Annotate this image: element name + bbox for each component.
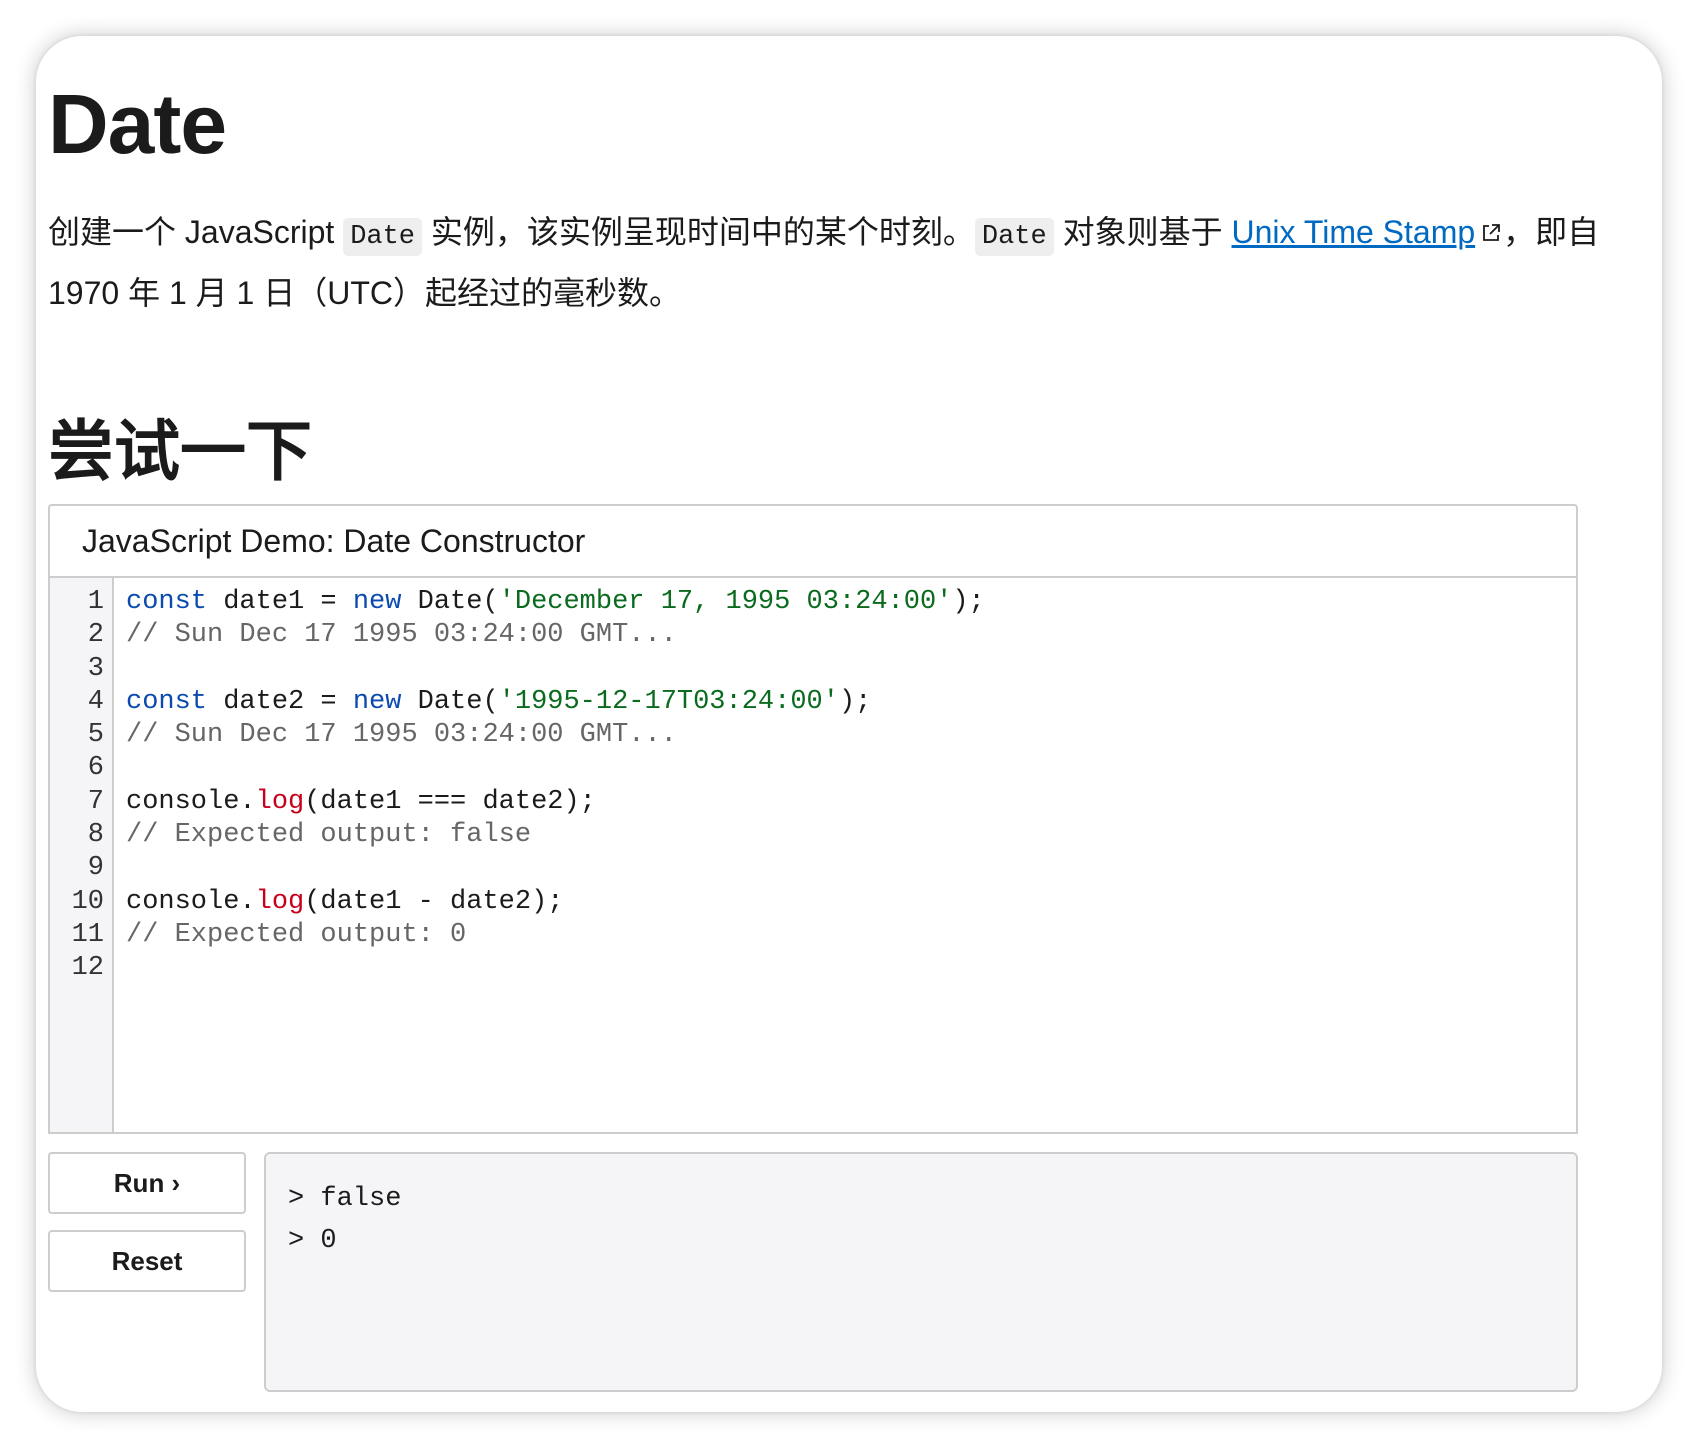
unix-time-stamp-link[interactable]: Unix Time Stamp — [1232, 214, 1476, 250]
line-number: 11 — [71, 919, 104, 950]
comment-token: // Sun Dec 17 1995 03:24:00 GMT... — [126, 620, 677, 651]
line-number: 9 — [87, 853, 104, 884]
code-token: console. — [126, 886, 256, 917]
code-token: console. — [126, 786, 256, 817]
console-line: > 0 — [288, 1226, 337, 1256]
interactive-demo: JavaScript Demo: Date Constructor 1 2 3 … — [48, 504, 1578, 1134]
code-token: (date1 === date2); — [304, 786, 596, 817]
inline-code-date-2: Date — [974, 218, 1054, 256]
code-line-8: // Expected output: false — [126, 819, 985, 852]
line-number: 6 — [87, 753, 104, 784]
code-editor[interactable]: 1 2 3 4 5 6 7 8 9 10 11 12 const date1 =… — [50, 578, 1576, 1132]
intro-text-1: 创建一个 JavaScript — [48, 214, 344, 250]
comment-token: // Expected output: false — [126, 820, 532, 851]
code-token: Date( — [401, 587, 499, 617]
code-line-2: // Sun Dec 17 1995 03:24:00 GMT... — [126, 619, 985, 652]
keyword-token: new — [352, 587, 402, 617]
line-number: 8 — [87, 820, 104, 851]
line-number: 5 — [87, 720, 104, 751]
intro-text-2: 实例，该实例呈现时间中的某个时刻。 — [422, 214, 975, 250]
intro-paragraph: 创建一个 JavaScript Date 实例，该实例呈现时间中的某个时刻。 Da… — [48, 204, 1648, 321]
code-token: ); — [952, 587, 985, 617]
comment-token: // Expected output: 0 — [126, 919, 467, 950]
line-number: 12 — [71, 953, 104, 984]
line-number: 3 — [87, 653, 104, 684]
browser-window: Date 创建一个 JavaScript Date 实例，该实例呈现时间中的某个… — [36, 36, 1662, 1412]
code-token: Date( — [401, 686, 499, 717]
code-content[interactable]: const date1 = new Date('December 17, 199… — [114, 578, 985, 1132]
comment-token: // Sun Dec 17 1995 03:24:00 GMT... — [126, 720, 677, 751]
page-title: Date — [48, 77, 227, 171]
console-line: > false — [288, 1184, 402, 1214]
line-number: 7 — [87, 786, 104, 817]
unix-time-stamp-link-text: Unix Time Stamp — [1231, 214, 1476, 250]
run-button[interactable]: Run › — [48, 1152, 246, 1214]
code-token: date1 = — [207, 587, 353, 617]
reset-button[interactable]: Reset — [48, 1230, 246, 1292]
string-token: '1995-12-17T03:24:00' — [498, 686, 839, 717]
code-line-7: console.log(date1 === date2); — [126, 786, 985, 819]
line-number: 1 — [87, 587, 104, 617]
demo-title: JavaScript Demo: Date Constructor — [50, 506, 1576, 578]
code-token: date2 = — [207, 686, 353, 717]
function-token: log — [255, 786, 305, 817]
code-token: (date1 - date2); — [304, 886, 564, 917]
code-token: ); — [838, 686, 872, 717]
intro-text-3: 对象则基于 — [1053, 214, 1232, 250]
console-output: > false > 0 — [264, 1152, 1578, 1392]
inline-code-date-1: Date — [343, 218, 422, 256]
keyword-token: const — [126, 587, 208, 617]
line-number-gutter: 1 2 3 4 5 6 7 8 9 10 11 12 — [50, 578, 114, 1132]
external-link-icon — [1483, 224, 1501, 241]
section-heading-try-it: 尝试一下 — [48, 414, 312, 488]
code-line-4: const date2 = new Date('1995-12-17T03:24… — [126, 686, 985, 719]
line-number: 4 — [87, 686, 104, 717]
code-line-11: // Expected output: 0 — [126, 919, 985, 952]
code-line-1: const date1 = new Date('December 17, 199… — [126, 586, 985, 619]
code-line-10: console.log(date1 - date2); — [126, 886, 985, 919]
string-token: 'December 17, 1995 03:24:00' — [498, 587, 953, 617]
function-token: log — [255, 886, 305, 917]
line-number: 2 — [87, 620, 104, 651]
line-number: 10 — [71, 886, 104, 917]
code-line-5: // Sun Dec 17 1995 03:24:00 GMT... — [126, 719, 985, 752]
keyword-token: new — [352, 686, 402, 717]
keyword-token: const — [126, 686, 208, 717]
